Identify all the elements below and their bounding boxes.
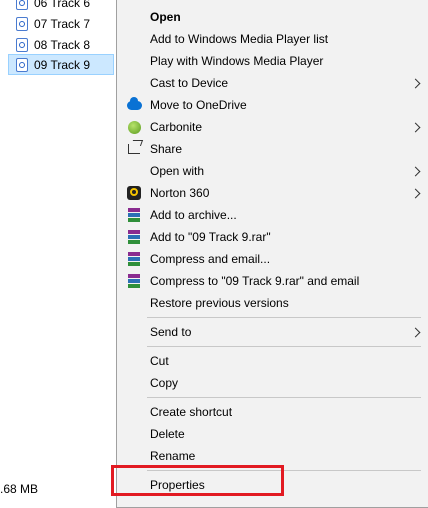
- winrar-icon: [126, 273, 142, 289]
- submenu-arrow-icon: [410, 327, 421, 337]
- submenu-arrow-icon: [410, 78, 421, 88]
- menu-item-label: Add to "09 Track 9.rar": [150, 230, 271, 244]
- menu-item-label: Compress to "09 Track 9.rar" and email: [150, 274, 360, 288]
- menu-item-copy[interactable]: Copy: [117, 372, 428, 394]
- menu-item-label: Share: [150, 142, 183, 156]
- menu-item-label: Play with Windows Media Player: [150, 54, 324, 68]
- menu-item-add-to-wmp-list[interactable]: Add to Windows Media Player list: [117, 28, 428, 50]
- menu-item-label: Restore previous versions: [150, 296, 289, 310]
- winrar-icon: [126, 207, 142, 223]
- menu-item-play-with-wmp[interactable]: Play with Windows Media Player: [117, 50, 428, 72]
- share-icon: [126, 141, 142, 157]
- file-item[interactable]: 07 Track 7: [16, 13, 116, 34]
- menu-item-delete[interactable]: Delete: [117, 423, 428, 445]
- menu-item-label: Norton 360: [150, 186, 210, 200]
- norton-icon: [126, 185, 142, 201]
- file-name: 07 Track 7: [34, 16, 91, 31]
- submenu-arrow-icon: [410, 166, 421, 176]
- menu-item-compress-to-rar-and-email[interactable]: Compress to "09 Track 9.rar" and email: [117, 270, 428, 292]
- menu-separator: [147, 346, 421, 347]
- menu-item-label: Delete: [150, 427, 185, 441]
- submenu-arrow-icon: [410, 122, 421, 132]
- menu-item-cast-to-device[interactable]: Cast to Device: [117, 72, 428, 94]
- menu-item-cut[interactable]: Cut: [117, 350, 428, 372]
- winrar-icon: [126, 229, 142, 245]
- menu-item-label: Cast to Device: [150, 76, 229, 90]
- menu-separator: [147, 397, 421, 398]
- menu-item-add-to-rar[interactable]: Add to "09 Track 9.rar": [117, 226, 428, 248]
- menu-separator: [147, 317, 421, 318]
- menu-item-move-to-onedrive[interactable]: Move to OneDrive: [117, 94, 428, 116]
- menu-item-norton-360[interactable]: Norton 360: [117, 182, 428, 204]
- menu-item-open-with[interactable]: Open with: [117, 160, 428, 182]
- menu-item-label: Create shortcut: [150, 405, 233, 419]
- file-item[interactable]: 06 Track 6: [16, 0, 116, 13]
- onedrive-cloud-icon: [126, 96, 142, 113]
- menu-item-label: Cut: [150, 354, 169, 368]
- carbonite-icon: [126, 119, 142, 135]
- menu-item-rename[interactable]: Rename: [117, 445, 428, 467]
- menu-item-label: Send to: [150, 325, 192, 339]
- menu-item-send-to[interactable]: Send to: [117, 321, 428, 343]
- file-name: 08 Track 8: [34, 37, 91, 52]
- menu-item-label: Carbonite: [150, 120, 203, 134]
- menu-item-add-to-archive[interactable]: Add to archive...: [117, 204, 428, 226]
- status-file-size: .68 MB: [0, 482, 39, 496]
- context-menu: Open Add to Windows Media Player list Pl…: [116, 0, 428, 508]
- menu-item-compress-and-email[interactable]: Compress and email...: [117, 248, 428, 270]
- file-name: 09 Track 9: [34, 57, 91, 72]
- menu-item-label: Open: [150, 10, 181, 24]
- menu-item-share[interactable]: Share: [117, 138, 428, 160]
- menu-item-label: Add to archive...: [150, 208, 237, 222]
- menu-item-open[interactable]: Open: [117, 6, 428, 28]
- menu-item-create-shortcut[interactable]: Create shortcut: [117, 401, 428, 423]
- file-item-selected[interactable]: 09 Track 9: [8, 54, 114, 75]
- file-item[interactable]: 08 Track 8: [16, 34, 116, 55]
- menu-item-label: Move to OneDrive: [150, 98, 247, 112]
- menu-item-label: Rename: [150, 449, 196, 463]
- file-name: 06 Track 6: [34, 0, 91, 10]
- properties-highlight-box: [111, 465, 284, 496]
- menu-item-label: Compress and email...: [150, 252, 271, 266]
- menu-item-label: Add to Windows Media Player list: [150, 32, 329, 46]
- menu-item-restore-previous-versions[interactable]: Restore previous versions: [117, 292, 428, 314]
- menu-item-carbonite[interactable]: Carbonite: [117, 116, 428, 138]
- submenu-arrow-icon: [410, 188, 421, 198]
- audio-file-icon: [16, 16, 28, 31]
- audio-file-icon: [16, 0, 28, 10]
- menu-item-label: Copy: [150, 376, 179, 390]
- audio-file-icon: [16, 37, 28, 52]
- audio-file-icon: [16, 57, 28, 72]
- menu-item-label: Open with: [150, 164, 205, 178]
- winrar-icon: [126, 251, 142, 267]
